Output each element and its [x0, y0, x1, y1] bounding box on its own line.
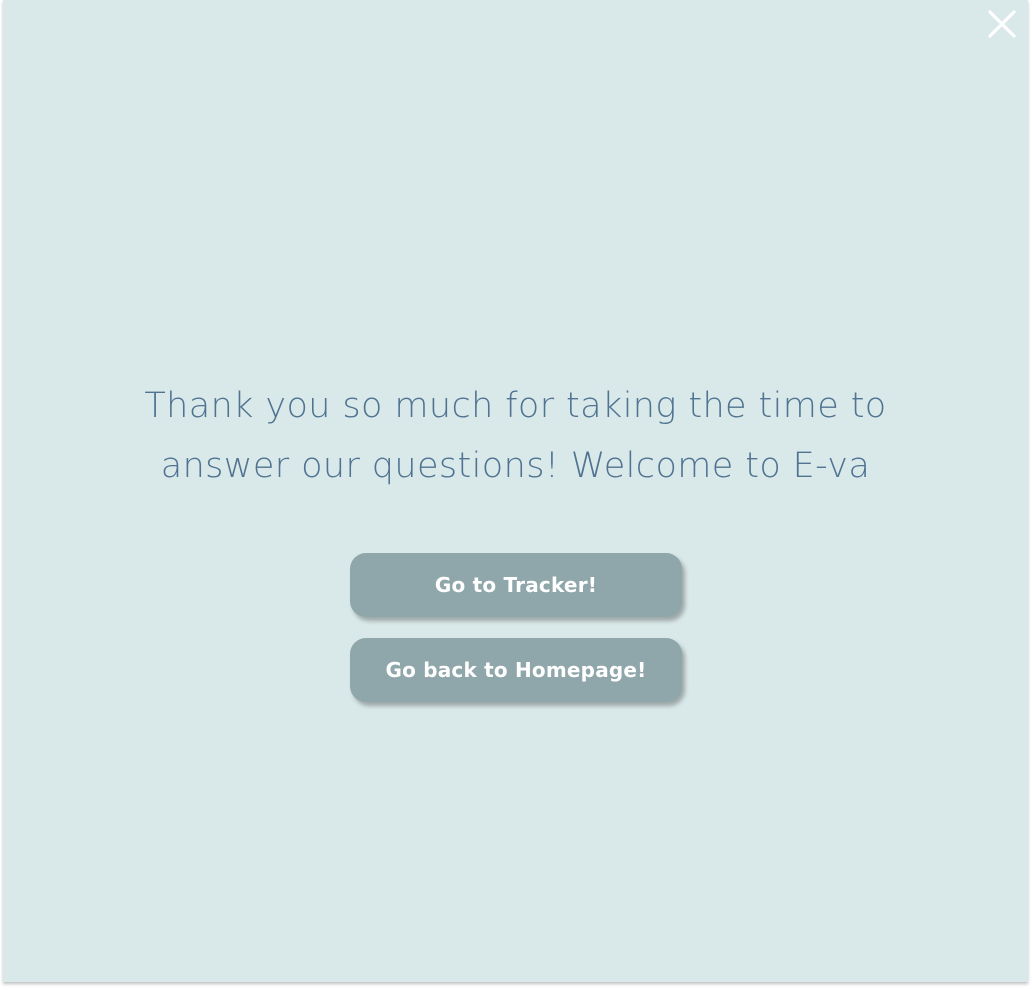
close-button[interactable] — [986, 8, 1018, 40]
close-icon — [988, 10, 1016, 38]
thank-you-modal: Thank you so much for taking the time to… — [3, 0, 1028, 982]
message-line-2: answer our questions! Welcome to E-va — [160, 446, 871, 486]
thank-you-message: Thank you so much for taking the time to… — [3, 376, 1028, 496]
go-back-to-homepage-label: Go back to Homepage! — [385, 658, 647, 682]
go-to-tracker-label: Go to Tracker! — [434, 573, 598, 597]
go-to-tracker-button[interactable]: Go to Tracker! — [350, 553, 682, 617]
go-back-to-homepage-button[interactable]: Go back to Homepage! — [350, 638, 682, 702]
message-line-1: Thank you so much for taking the time to — [144, 386, 887, 426]
